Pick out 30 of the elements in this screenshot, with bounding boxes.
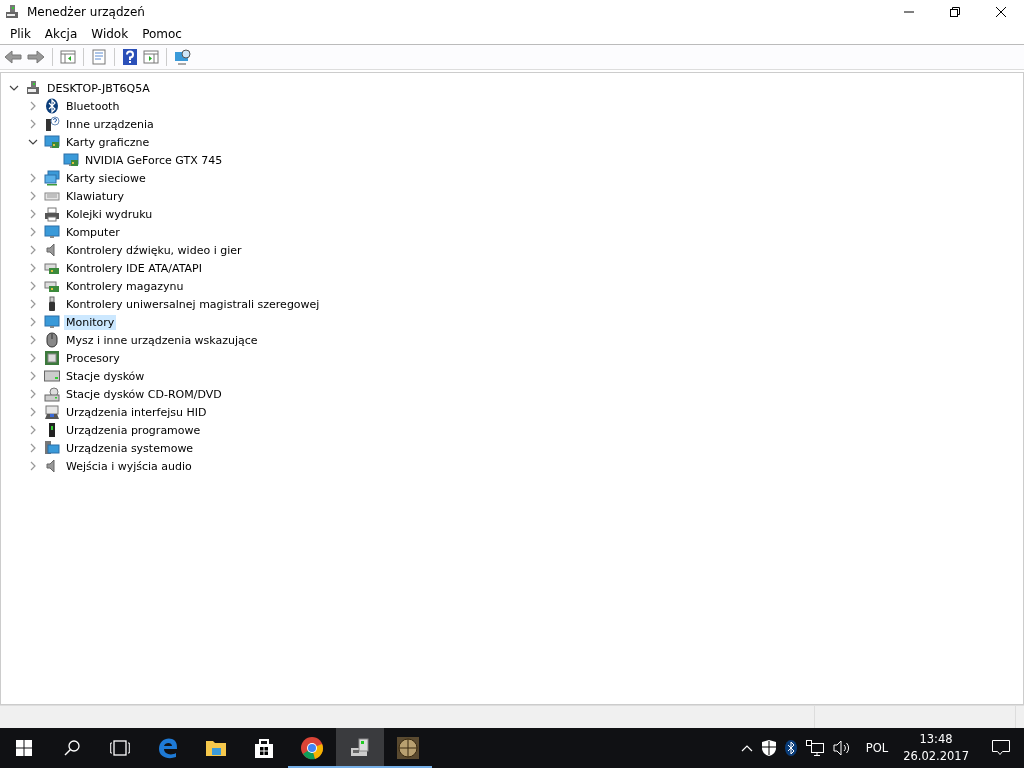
menu-item[interactable]: Akcja — [37, 26, 85, 41]
tree-item[interactable]: Kolejki wydruku — [64, 206, 155, 222]
tree-item[interactable]: Urządzenia programowe — [64, 422, 203, 438]
tree-item[interactable]: DESKTOP-JBT6Q5A — [45, 80, 152, 96]
tree-item[interactable]: Kontrolery uniwersalnej magistrali szeregowej — [64, 296, 322, 312]
window-title: Menedżer urządzeń — [27, 4, 145, 19]
tree-item[interactable]: NVIDIA GeForce GTX 745 — [83, 152, 225, 168]
tree-item[interactable]: Kontrolery IDE ATA/ATAPI — [64, 260, 204, 276]
tree-item[interactable]: Kontrolery dźwięku, wideo i gier — [64, 242, 244, 258]
tree-item[interactable]: Inne urządzenia — [64, 116, 156, 132]
tree-item[interactable]: Stacje dysków — [64, 368, 147, 384]
clock-date[interactable]: 26.02.2017 — [903, 748, 969, 765]
tree-item[interactable]: Karty graficzne — [64, 134, 152, 150]
tree-item[interactable]: Urządzenia interfejsu HID — [64, 404, 209, 420]
tree-item[interactable]: Wejścia i wyjścia audio — [64, 458, 194, 474]
tree-item[interactable]: Kontrolery magazynu — [64, 278, 186, 294]
clock-time[interactable]: 13:48 — [919, 731, 953, 748]
menu-item[interactable]: Pomoc — [135, 26, 189, 41]
language-indicator[interactable]: POL — [865, 741, 889, 755]
tree-item[interactable]: Monitory — [64, 314, 117, 330]
menu-item[interactable]: Plik — [3, 26, 38, 41]
tree-item[interactable]: Stacje dysków CD-ROM/DVD — [64, 386, 224, 402]
tree-item[interactable]: Karty sieciowe — [64, 170, 148, 186]
tree-item[interactable]: Klawiatury — [64, 188, 127, 204]
tree-item[interactable]: Komputer — [64, 224, 122, 240]
tree-item[interactable]: Urządzenia systemowe — [64, 440, 196, 456]
tree-item[interactable]: Procesory — [64, 350, 122, 366]
tree-item[interactable]: Bluetooth — [64, 98, 122, 114]
menu-item[interactable]: Widok — [84, 26, 136, 41]
tree-item[interactable]: Mysz i inne urządzenia wskazujące — [64, 332, 260, 348]
